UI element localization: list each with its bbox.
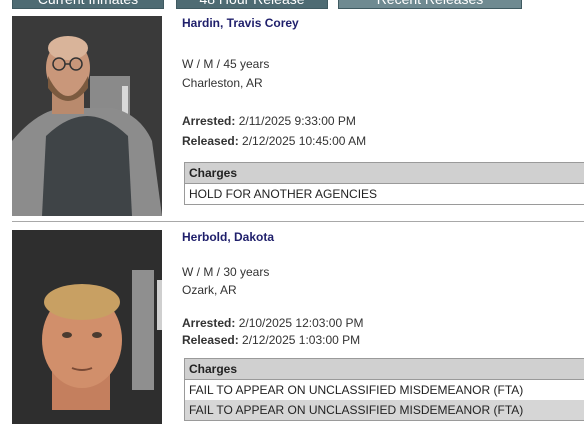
arrested-line: Arrested: 2/10/2025 12:03:00 PM: [182, 316, 363, 330]
charge-row: FAIL TO APPEAR ON UNCLASSIFIED MISDEMEAN…: [185, 400, 584, 420]
charge-row: FAIL TO APPEAR ON UNCLASSIFIED MISDEMEAN…: [189, 383, 524, 397]
charge-row: HOLD FOR ANOTHER AGENCIES: [189, 187, 378, 201]
city: Charleston, AR: [182, 76, 263, 90]
arrested-label: Arrested:: [182, 114, 236, 128]
demographics: W / M / 45 years: [182, 57, 270, 71]
inmate-name[interactable]: Herbold, Dakota: [182, 230, 274, 244]
mugshot-image: [12, 230, 162, 424]
released-label: Released:: [182, 134, 239, 148]
charges-table: Charges FAIL TO APPEAR ON UNCLASSIFIED M…: [184, 358, 584, 421]
tab-current-inmates[interactable]: Current Inmates: [12, 0, 164, 9]
inmate-name[interactable]: Hardin, Travis Corey: [182, 16, 299, 30]
released-date: 2/12/2025 10:45:00 AM: [242, 134, 367, 148]
mugshot-photo[interactable]: [12, 16, 162, 216]
released-line: Released: 2/12/2025 10:45:00 AM: [182, 134, 366, 148]
tab-bar: Current Inmates 48 Hour Release Recent R…: [0, 0, 584, 9]
demographics: W / M / 30 years: [182, 265, 270, 279]
arrested-date: 2/10/2025 12:03:00 PM: [238, 316, 364, 330]
record-divider: [12, 221, 584, 222]
tab-recent-releases[interactable]: Recent Releases: [338, 0, 522, 9]
released-date: 2/12/2025 1:03:00 PM: [242, 333, 361, 347]
tab-48-hour-release[interactable]: 48 Hour Release: [176, 0, 328, 9]
charges-table: Charges HOLD FOR ANOTHER AGENCIES: [184, 162, 584, 205]
charges-header: Charges: [185, 359, 584, 380]
charges-header: Charges: [185, 163, 584, 184]
city: Ozark, AR: [182, 283, 237, 297]
released-label: Released:: [182, 333, 239, 347]
arrested-line: Arrested: 2/11/2025 9:33:00 PM: [182, 114, 356, 128]
arrested-label: Arrested:: [182, 316, 236, 330]
released-line: Released: 2/12/2025 1:03:00 PM: [182, 333, 360, 347]
mugshot-photo[interactable]: [12, 230, 162, 424]
mugshot-image: [12, 16, 162, 216]
arrested-date: 2/11/2025 9:33:00 PM: [238, 114, 356, 128]
